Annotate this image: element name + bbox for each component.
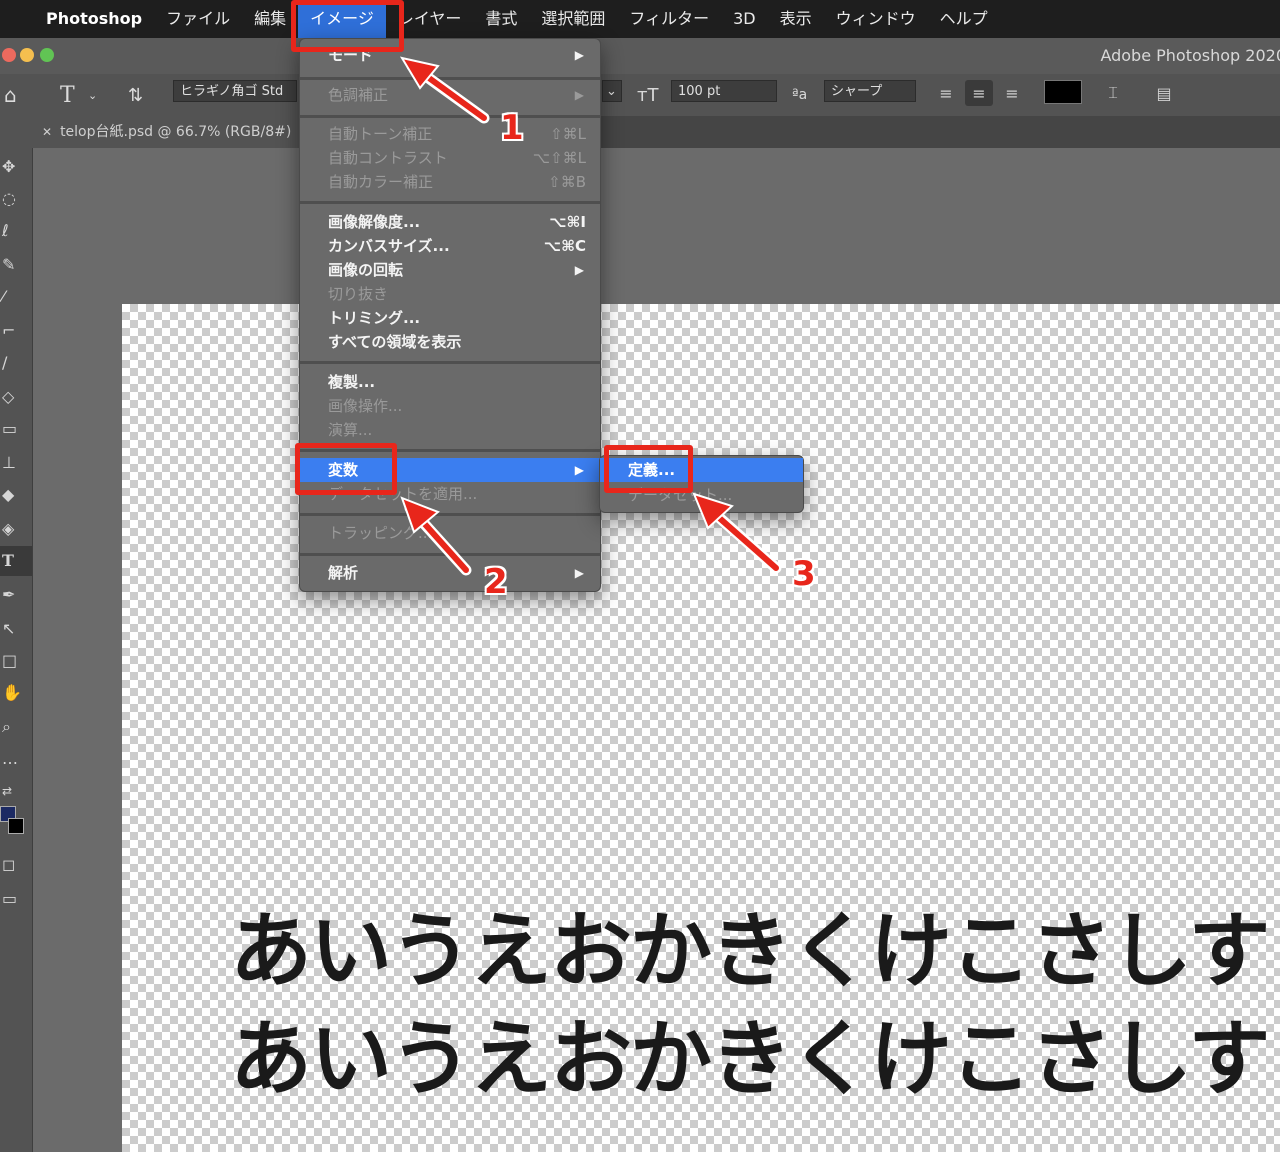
minimize-window-button[interactable]	[20, 48, 34, 62]
menu-separator	[300, 513, 600, 516]
menu-item-auto-color: 自動カラー補正 ⇧⌘B	[328, 173, 586, 191]
menu-separator	[300, 361, 600, 364]
crop-tool-icon[interactable]: ⌐	[0, 316, 32, 346]
zoom-tool-icon[interactable]: ⌕	[0, 712, 32, 742]
zoom-window-button[interactable]	[40, 48, 54, 62]
menu-item-reveal-all[interactable]: すべての領域を表示	[300, 330, 600, 354]
quick-select-tool-icon[interactable]: ✎	[0, 250, 32, 280]
menu-view[interactable]: 表示	[768, 0, 824, 38]
canvas-text-line-2: あいうえおかきくけこさしす	[230, 1012, 1270, 1107]
step-1-label: 1	[500, 108, 524, 148]
background-color[interactable]	[8, 818, 24, 834]
menu-bar: Photoshop ファイル 編集 イメージ レイヤー 書式 選択範囲 フィルタ…	[0, 0, 1280, 38]
swap-colors-icon[interactable]: ⇄	[0, 776, 32, 806]
close-tab-icon[interactable]: ✕	[42, 125, 52, 139]
window-title: Adobe Photoshop 2020	[1100, 46, 1280, 65]
menu-app[interactable]: Photoshop	[34, 0, 154, 38]
font-size-icon: тT	[637, 84, 659, 106]
screen-mode-icon[interactable]: ▭	[0, 884, 32, 914]
font-size-field[interactable]: 100 pt	[671, 80, 777, 102]
type-tool-preset-icon[interactable]: T	[60, 82, 75, 108]
anti-alias-dropdown[interactable]: シャープ	[824, 80, 916, 102]
menu-item-canvas-size[interactable]: カンバスサイズ... ⌥⌘C	[300, 234, 600, 258]
menu-item-auto-tone: 自動トーン補正 ⇧⌘L	[328, 125, 586, 143]
gradient-tool-icon[interactable]: ▭	[0, 414, 32, 444]
menu-item-analysis[interactable]: 解析 ▶	[300, 561, 600, 585]
highlight-box-define	[604, 445, 693, 493]
anti-alias-icon: ªa	[792, 87, 808, 103]
marquee-tool-icon[interactable]: ◌	[0, 184, 32, 214]
menu-window[interactable]: ウィンドウ	[824, 0, 928, 38]
menu-item-crop: 切り抜き	[328, 285, 389, 303]
menu-separator	[300, 553, 600, 556]
eyedropper-tool-icon[interactable]: ⁄	[0, 282, 32, 312]
pen-tool-icon[interactable]: ✒	[0, 580, 32, 610]
brush-tool-icon[interactable]: /	[0, 348, 32, 378]
character-panel-icon[interactable]: ▤	[1150, 80, 1178, 106]
document-tab-bar: ✕ telop台紙.psd @ 66.7% (RGB/8#)	[32, 116, 1280, 148]
warp-text-icon[interactable]: ⌶	[1099, 80, 1127, 106]
submenu-arrow-icon: ▶	[574, 566, 584, 580]
submenu-arrow-icon: ▶	[574, 48, 584, 62]
menu-separator	[300, 201, 600, 204]
menu-help[interactable]: ヘルプ	[928, 0, 1000, 38]
submenu-arrow-icon: ▶	[574, 463, 584, 477]
color-swatches[interactable]	[0, 806, 24, 842]
tools-panel: ✥ ◌ ℓ ✎ ⁄ ⌐ / ◇ ▭ ⊥ ◆ ◈ T ✒ ↖ □ ✋ ⌕ … ⇄ …	[0, 116, 33, 1152]
menu-filter[interactable]: フィルター	[617, 0, 721, 38]
menu-item-apply-image: 画像操作...	[328, 397, 403, 415]
quick-mask-icon[interactable]: ◻	[0, 850, 32, 880]
menu-type[interactable]: 書式	[473, 0, 529, 38]
menu-item-auto-contrast: 自動コントラスト ⌥⇧⌘L	[328, 149, 586, 167]
submenu-arrow-icon: ▶	[574, 263, 584, 277]
canvas-text-line-1: あいうえおかきくけこさしす	[230, 904, 1270, 999]
path-select-tool-icon[interactable]: ↖	[0, 614, 32, 644]
eraser-tool-icon[interactable]: ◆	[0, 480, 32, 510]
type-tool-icon[interactable]: T	[0, 546, 32, 576]
font-family-field[interactable]: ヒラギノ角ゴ Std	[173, 80, 297, 102]
text-color-swatch[interactable]	[1044, 80, 1082, 104]
image-menu-dropdown: モード ▶ 色調補正 ▶ 自動トーン補正 ⇧⌘L 自動コントラスト ⌥⇧⌘L 自動カラー…	[299, 38, 601, 592]
menu-item-duplicate[interactable]: 複製...	[300, 370, 600, 394]
menu-3d[interactable]: 3D	[721, 0, 768, 38]
hand-tool-icon[interactable]: ✋	[0, 678, 32, 708]
menu-item-calculations: 演算...	[328, 421, 373, 439]
step-2-label: 2	[484, 562, 508, 602]
close-window-button[interactable]	[2, 48, 16, 62]
font-style-dropdown[interactable]: ⌄	[602, 80, 622, 102]
align-left-icon[interactable]: ≡	[932, 80, 960, 106]
align-right-icon[interactable]: ≡	[998, 80, 1026, 106]
lasso-tool-icon[interactable]: ℓ	[0, 216, 32, 246]
highlight-box-image-menu	[291, 0, 404, 52]
step-3-label: 3	[792, 554, 816, 594]
menu-item-image-rotation[interactable]: 画像の回転 ▶	[300, 258, 600, 282]
menu-separator	[300, 77, 600, 80]
menu-separator	[300, 115, 600, 118]
more-tools-icon[interactable]: …	[0, 744, 32, 774]
menu-file[interactable]: ファイル	[154, 0, 242, 38]
home-icon[interactable]: ⌂	[4, 82, 17, 108]
healing-tool-icon[interactable]: ◇	[0, 382, 32, 412]
chevron-down-icon[interactable]: ⌄	[88, 82, 97, 108]
menu-edit[interactable]: 編集	[242, 0, 298, 38]
submenu-arrow-icon: ▶	[574, 88, 584, 102]
document-canvas[interactable]: あいうえおかきくけこさしす あいうえおかきくけこさしす	[122, 304, 1280, 1152]
menu-item-image-size[interactable]: 画像解像度... ⌥⌘I	[300, 210, 600, 234]
document-tab[interactable]: ✕ telop台紙.psd @ 66.7% (RGB/8#)	[32, 116, 310, 148]
rectangle-tool-icon[interactable]: □	[0, 646, 32, 676]
menu-item-adjustments: 色調補正 ▶	[300, 83, 600, 107]
document-tab-title: telop台紙.psd @ 66.7% (RGB/8#)	[60, 124, 292, 140]
paint-bucket-tool-icon[interactable]: ◈	[0, 514, 32, 544]
highlight-box-variables	[295, 443, 397, 495]
menu-select[interactable]: 選択範囲	[529, 0, 617, 38]
align-center-icon[interactable]: ≡	[965, 80, 993, 106]
title-bar: Adobe Photoshop 2020	[0, 38, 1280, 75]
move-tool-icon[interactable]: ✥	[0, 152, 32, 182]
menu-item-trim[interactable]: トリミング...	[300, 306, 600, 330]
stamp-tool-icon[interactable]: ⊥	[0, 448, 32, 478]
menu-item-trap: トラッピング...	[328, 524, 433, 542]
text-orientation-icon[interactable]: ⇅	[128, 82, 143, 108]
